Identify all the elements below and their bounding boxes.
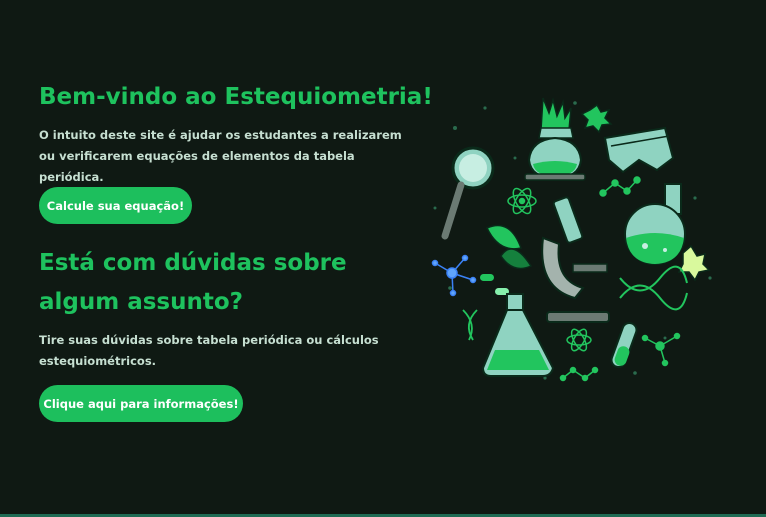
atom-icon	[507, 187, 537, 215]
page-title: Bem-vindo ao Estequiometria!	[39, 84, 433, 110]
help-description: Tire suas dúvidas sobre tabela periódica…	[39, 333, 379, 368]
molecule-left-icon	[431, 254, 477, 297]
microscope-icon	[541, 196, 610, 323]
chemistry-lab-illustration-icon	[431, 97, 712, 382]
test-tube-icon	[610, 321, 638, 369]
page: Bem-vindo ao Estequiometria! O intuito d…	[0, 0, 766, 517]
dna-icon	[619, 265, 688, 311]
atom-bottom-icon	[566, 328, 592, 352]
molecule-icon	[599, 176, 641, 197]
erlenmeyer-flask-icon	[481, 293, 555, 377]
round-flask-icon	[624, 183, 686, 265]
molecule-right-icon	[641, 332, 681, 367]
calculate-equation-button[interactable]: Calcule sua equação!	[39, 187, 192, 224]
help-title: Está com dúvidas sobre algum assunto?	[39, 250, 347, 315]
dna-small-icon	[462, 309, 478, 341]
flame-flask-icon	[524, 97, 586, 181]
pill-icon	[480, 274, 509, 295]
hero-description: O intuito deste site é ajudar os estudan…	[39, 128, 402, 184]
magnifying-glass-icon	[441, 146, 495, 240]
info-button[interactable]: Clique aqui para informações!	[39, 385, 243, 422]
bacteria-icon	[580, 103, 613, 134]
goggles-icon	[603, 126, 675, 174]
molecule-bottom-icon	[559, 366, 599, 382]
leaf-icon	[485, 224, 533, 270]
